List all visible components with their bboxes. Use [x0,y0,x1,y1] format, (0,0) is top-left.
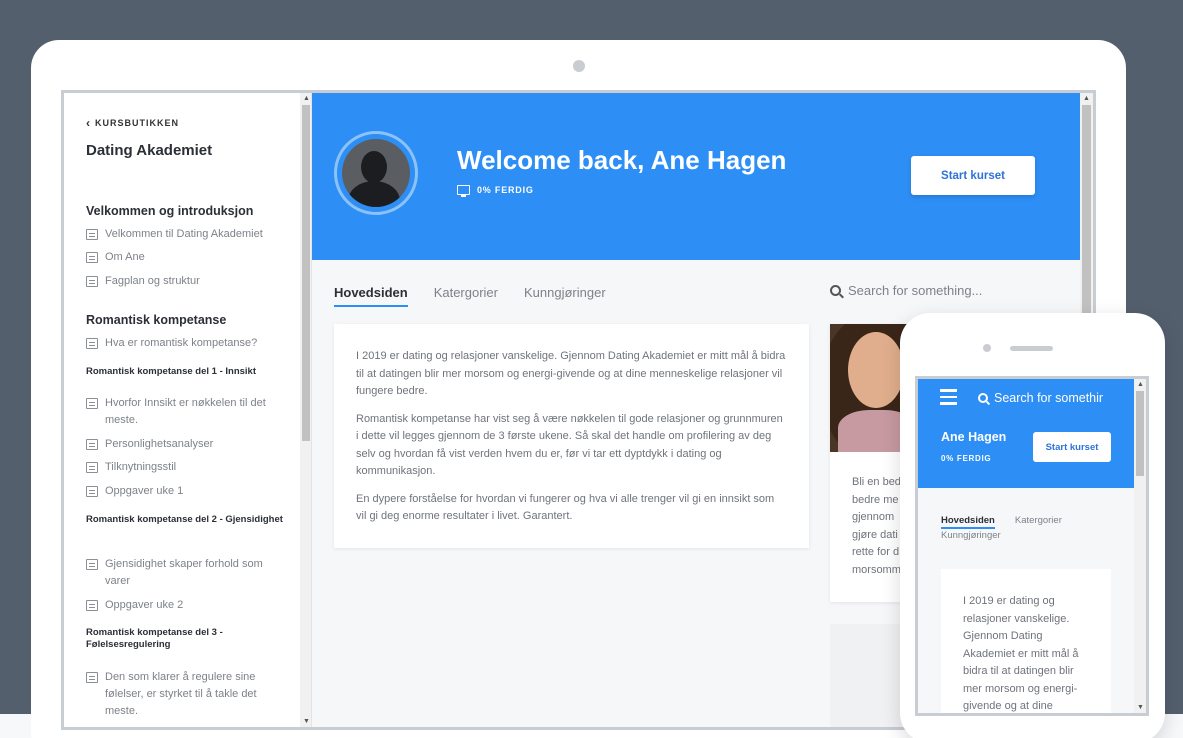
intro-paragraph: En dypere forståelse for hvordan vi fung… [356,492,775,523]
document-icon [86,338,98,349]
lesson-label: Personlighetsanalyser [105,438,214,450]
mobile-tab-hovedsiden[interactable]: Hovedsiden [941,514,995,529]
mobile-intro-line: I 2019 er dating og [963,595,1055,607]
scroll-up-icon[interactable]: ▲ [303,95,310,102]
document-icon [86,252,98,263]
lesson-item[interactable]: Om Ane [86,249,276,266]
lesson-label: Den som klarer å regulere sine følelser,… [105,671,257,717]
chevron-left-icon: ‹ [86,116,91,130]
lesson-item[interactable]: Gjensidighet skaper forhold som varer [86,556,276,590]
document-icon [86,229,98,240]
lesson-item[interactable]: Den som klarer å regulere sine følelser,… [86,669,276,720]
lesson-label: Tilknytningsstil [105,461,177,473]
mobile-user-name: Ane Hagen [941,430,1007,444]
scroll-down-icon[interactable]: ▼ [303,718,310,725]
document-icon [86,486,98,497]
back-link-label: KURSBUTIKKEN [95,118,179,128]
lesson-label: Oppgaver uke 1 [105,485,184,497]
mobile-scroll-thumb[interactable] [1136,391,1144,476]
document-icon [86,439,98,450]
intro-paragraph: Romantisk kompetanse har vist seg å være… [356,412,783,478]
lesson-item[interactable]: Hvorfor Innsikt er nøkkelen til det mest… [86,395,276,429]
phone-frame: Search for somethir Ane Hagen 0% FERDIG … [900,313,1165,738]
lesson-item[interactable]: Velkommen til Dating Akademiet [86,226,276,243]
monitor-icon [457,185,470,197]
mobile-search-bar[interactable]: Search for somethir [978,391,1103,405]
menu-icon[interactable] [940,389,957,409]
subsection-title: Romantisk kompetanse del 1 - Innsikt [86,366,256,377]
search-icon [978,393,988,403]
lesson-item[interactable]: Oppgaver uke 1 [86,483,276,500]
mobile-intro-line: bidra til at datingen blir [963,665,1074,677]
laptop-camera [573,60,585,72]
lesson-label: Hvorfor Innsikt er nøkkelen til det mest… [105,397,266,426]
search-icon [830,285,841,296]
avatar [334,131,418,215]
welcome-heading: Welcome back, Ane Hagen [457,145,787,175]
phone-screen: Search for somethir Ane Hagen 0% FERDIG … [915,376,1149,716]
search-input[interactable]: Search for something... [848,283,982,298]
lesson-item[interactable]: Hva er romantisk kompetanse? [86,335,276,352]
mobile-intro-line: givende og at dine [963,700,1053,712]
main-tabs: Hovedsiden Katergorier Kunngjøringer [334,285,606,307]
scroll-down-icon[interactable]: ▼ [1137,704,1144,711]
course-sidebar: ‹ KURSBUTIKKEN Dating Akademiet Velkomme… [64,93,312,727]
sidebar-scrollbar[interactable]: ▲ ▼ [300,93,311,727]
document-icon [86,672,98,683]
welcome-banner: Welcome back, Ane Hagen 0% FERDIG Start … [312,93,1080,260]
intro-paragraph: I 2019 er dating og relasjoner vanskelig… [356,350,786,397]
document-icon [86,276,98,287]
tab-hovedsiden[interactable]: Hovedsiden [334,285,408,307]
search-bar[interactable]: Search for something... [830,283,982,298]
mobile-intro-card: I 2019 er dating og relasjoner vanskelig… [941,569,1111,713]
mobile-start-course-button[interactable]: Start kurset [1033,432,1111,462]
progress-label: 0% FERDIG [477,185,534,195]
subsection-title: Romantisk kompetanse del 3 - Følelsesreg… [86,627,223,650]
mobile-intro-line: Gjennom Dating [963,630,1043,642]
avatar-placeholder-icon [342,139,410,207]
scroll-up-icon[interactable]: ▲ [1137,381,1144,388]
mobile-scrollbar[interactable]: ▲ ▼ [1134,379,1146,713]
mobile-progress-label: 0% FERDIG [941,454,992,463]
lesson-item[interactable]: Personlighetsanalyser [86,436,276,453]
scroll-up-icon[interactable]: ▲ [1083,95,1090,102]
mobile-banner: Search for somethir Ane Hagen 0% FERDIG … [918,379,1134,488]
document-icon [86,398,98,409]
lesson-label: Hva er romantisk kompetanse? [105,337,258,349]
course-title: Dating Akademiet [86,142,213,159]
document-icon [86,559,98,570]
mobile-search-input[interactable]: Search for somethir [994,391,1103,405]
tab-kategorier[interactable]: Katergorier [434,285,498,307]
lesson-label: Oppgaver uke 2 [105,599,184,611]
back-to-shop-link[interactable]: ‹ KURSBUTIKKEN [86,116,179,130]
document-icon [86,600,98,611]
section-title: Romantisk kompetanse [86,313,227,327]
mobile-tab-kunngjoringer[interactable]: Kunngjøringer [941,530,1001,541]
sidebar-scroll-thumb[interactable] [302,105,310,441]
mobile-intro-line: Akademiet er mitt mål å [963,647,1079,660]
lesson-item[interactable]: Tilknytningsstil [86,459,276,476]
tab-kunngjoringer[interactable]: Kunngjøringer [524,285,606,307]
lesson-label: Velkommen til Dating Akademiet [105,228,263,240]
mobile-tabs: Hovedsiden Katergorier Kunngjøringer [941,514,1091,542]
lesson-label: Gjensidighet skaper forhold som varer [105,558,263,587]
lesson-label: Om Ane [105,251,145,263]
document-icon [86,462,98,473]
lesson-item[interactable]: Fagplan og struktur [86,273,276,290]
mobile-tab-kategorier[interactable]: Katergorier [1015,515,1062,526]
subsection-title: Romantisk kompetanse del 2 - Gjensidighe… [86,514,283,525]
phone-camera [983,344,991,352]
start-course-button[interactable]: Start kurset [911,156,1035,195]
mobile-intro-line: relasjoner vanskelige. [963,612,1070,625]
lesson-label: Fagplan og struktur [105,275,200,287]
section-title: Velkommen og introduksjon [86,204,254,218]
intro-card: I 2019 er dating og relasjoner vanskelig… [334,324,809,548]
mobile-intro-line: mer morsom og energi- [963,682,1078,695]
lesson-item[interactable]: Oppgaver uke 2 [86,597,276,614]
progress-status: 0% FERDIG [457,185,534,197]
phone-speaker [1010,346,1053,351]
